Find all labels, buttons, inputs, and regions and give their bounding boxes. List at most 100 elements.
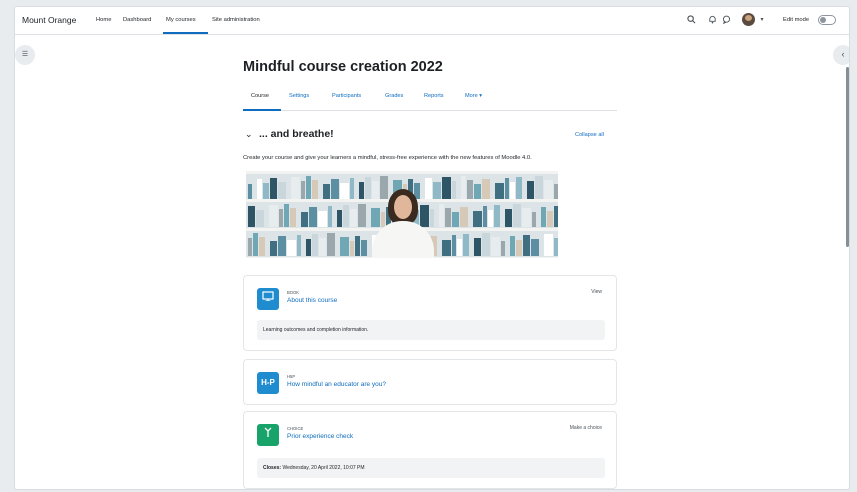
activity-type-label: Book [287,290,300,295]
banner-book [263,183,269,199]
banner-book [442,240,451,256]
banner-book [430,209,434,227]
section-summary: Create your course and give your learner… [243,155,532,161]
banner-book [361,240,367,256]
banner-book [365,177,371,199]
banner-book [306,239,311,256]
banner-book [323,184,330,199]
banner-book [439,204,444,227]
banner-book [554,238,558,256]
banner-book [457,239,462,256]
nav-site-administration[interactable]: Site administration [212,17,260,23]
banner-book [442,177,451,199]
banner-book [420,205,429,227]
banner-book [495,183,504,199]
banner-book [340,183,349,199]
banner-book [452,212,459,227]
banner-book [501,241,505,256]
banner-book [312,234,318,256]
banner-book [306,176,311,199]
banner-book [463,234,469,256]
tab-participants[interactable]: Participants [332,93,361,99]
tab-settings[interactable]: Settings [289,93,309,99]
page-scrollbar[interactable] [846,67,849,247]
banner-book [473,211,482,227]
banner-book [318,211,327,227]
banner-book [350,178,354,199]
banner-book [482,233,490,256]
tab-course[interactable]: Course [251,93,269,99]
tab-reports[interactable]: Reports [424,93,444,99]
make-a-choice-button[interactable]: Make a choice [570,425,602,431]
banner-book [488,210,493,227]
list-icon: ☰ [21,51,29,58]
messages-icon[interactable] [721,15,731,25]
block-drawer-button[interactable]: ‹ [833,45,849,65]
banner-book [253,233,258,256]
nav-home[interactable]: Home [96,17,111,23]
banner-book [248,206,255,227]
banner-book [516,177,522,199]
notifications-bell-icon[interactable] [707,15,717,25]
banner-book [372,181,379,199]
banner-book [461,176,466,199]
banner-book [474,184,481,199]
banner-book [516,240,522,256]
activity-name-link[interactable]: How mindful an educator are you? [287,381,386,388]
banner-book [445,208,451,227]
activity-description: Learning outcomes and completion informa… [257,320,605,340]
banner-book [547,211,553,227]
activity-card-choice: Choice Prior experience check Make a cho… [243,411,617,489]
nav-my-courses[interactable]: My courses [166,17,196,23]
tab-grades[interactable]: Grades [385,93,403,99]
activity-name-link[interactable]: About this course [287,297,337,304]
banner-book [279,209,283,227]
banner-book [331,179,339,199]
nav-dashboard[interactable]: Dashboard [123,17,151,23]
banner-book [482,179,490,199]
tab-more[interactable]: More ▾ [465,93,482,99]
browser-content-frame: Mount Orange Home Dashboard My courses S… [14,6,850,490]
section-title: ... and breathe! [259,128,334,140]
collapse-all-link[interactable]: Collapse all [575,132,604,138]
choice-icon [257,424,279,446]
section-collapse-chevron-icon[interactable]: ⌄ [245,129,253,140]
course-index-drawer-button[interactable]: ☰ [15,45,35,65]
chevron-left-icon: ‹ [841,49,845,59]
user-avatar[interactable] [742,13,755,26]
banner-book [541,207,546,227]
chevron-down-icon[interactable]: ▾ [757,15,767,25]
site-brand[interactable]: Mount Orange [22,15,76,25]
banner-book [301,212,308,227]
closes-label: Closes: [263,465,282,471]
activity-name-link[interactable]: Prior experience check [287,433,353,440]
banner-book [433,182,441,199]
book-icon [257,288,279,310]
banner-book [531,239,539,256]
banner-book [544,234,553,256]
banner-book [248,184,252,199]
banner-book [355,236,360,256]
banner-book [535,176,543,199]
banner-book [494,205,500,227]
banner-book [358,204,366,227]
banner-book [554,184,558,199]
banner-book [452,235,456,256]
toggle-knob [820,17,826,23]
search-icon[interactable] [686,15,696,25]
edit-mode-toggle[interactable] [818,15,836,25]
banner-book [510,182,515,199]
banner-book [297,235,301,256]
banner-book [301,181,305,199]
banner-book [513,204,521,227]
banner-book [278,236,286,256]
banner-book [474,238,481,256]
activity-view-button[interactable]: View [591,289,602,295]
banner-book [287,240,296,256]
banner-book [350,209,357,227]
banner-book [425,178,432,199]
section-banner-image [246,171,558,258]
banner-book [522,208,531,227]
banner-book [460,207,468,227]
banner-book [312,180,318,199]
